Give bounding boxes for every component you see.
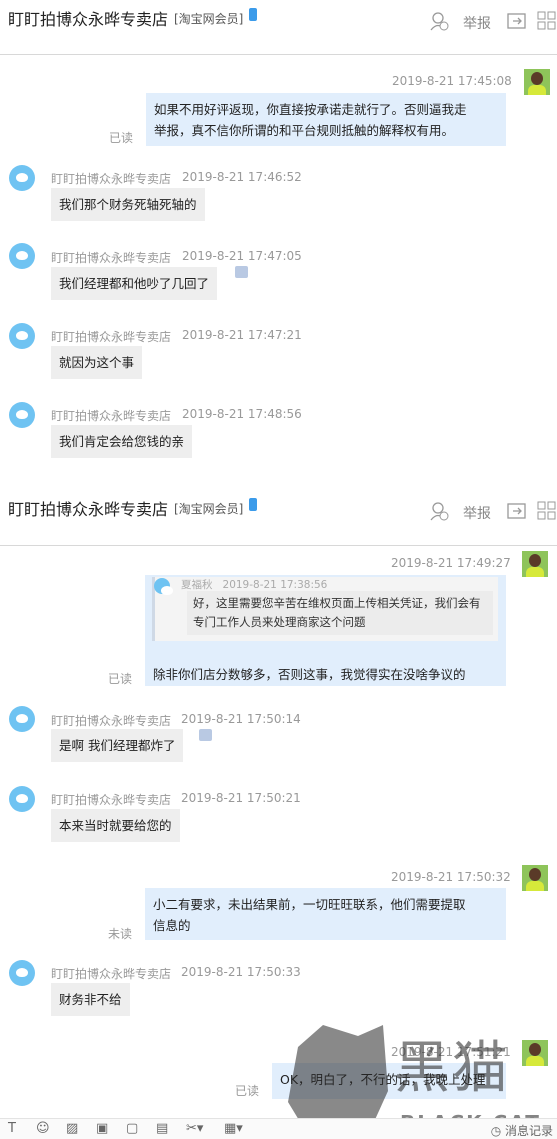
chat-header: 盯盯拍博众永晔专卖店 [淘宝网会员] 举报 — [0, 0, 557, 44]
chat-window: 盯盯拍博众永晔专卖店 [淘宝网会员] 举报 2019-8-21 17:45:08… — [0, 0, 557, 1139]
incoming-message: 是啊 我们经理都炸了 — [51, 729, 184, 762]
input-toolbar: T ☺ ▨ ▣ ▢ ▤ ✂▾ ▦▾ ◷ 消息记录 — [0, 1118, 557, 1139]
avatar[interactable] — [522, 551, 548, 577]
message-text: 除非你们店分数够多，否则这事，我觉得实在没啥争议的 — [153, 667, 466, 682]
message-time: 2019-8-21 17:46:52 — [182, 170, 302, 184]
sender-name: 盯盯拍博众永晔专卖店 — [51, 172, 172, 186]
avatar[interactable] — [522, 865, 548, 891]
divider — [0, 54, 557, 55]
scissors-icon[interactable]: ✂▾ — [186, 1121, 203, 1136]
sender-name: 盯盯拍博众永晔专卖店 — [51, 251, 172, 265]
shop-name[interactable]: 盯盯拍博众永晔专卖店 — [8, 6, 168, 30]
avatar[interactable] — [9, 402, 35, 428]
shop-name[interactable]: 盯盯拍博众永晔专卖店 — [8, 496, 168, 520]
incoming-message: 本来当时就要给您的 — [51, 809, 180, 842]
read-status: 已读 — [235, 1084, 260, 1098]
sender-name: 盯盯拍博众永晔专卖店 — [51, 793, 172, 807]
header-actions: 举报 — [427, 500, 557, 522]
sender-name: 盯盯拍博众永晔专卖店 — [51, 967, 172, 981]
avatar[interactable] — [9, 243, 35, 269]
avatar — [154, 578, 173, 595]
read-status: 已读 — [109, 131, 134, 145]
message-time: 2019-8-21 17:49:27 — [391, 556, 511, 570]
font-icon[interactable]: T — [8, 1121, 16, 1136]
incoming-message: 财务非不给 — [51, 983, 130, 1016]
sender-name: 盯盯拍博众永晔专卖店 — [51, 330, 172, 344]
phone-icon — [249, 498, 257, 511]
avatar[interactable] — [9, 960, 35, 986]
emoji-icon[interactable]: ☺ — [36, 1121, 50, 1136]
message-text: 如果不用好评返现，你直接按承诺走就行了。否则逼我走 — [154, 102, 467, 117]
share-icon[interactable] — [507, 500, 527, 522]
message-time: 2019-8-21 17:50:32 — [391, 870, 511, 884]
avatar[interactable] — [9, 165, 35, 191]
header-actions: 举报 — [427, 10, 557, 32]
read-status: 已读 — [108, 672, 133, 686]
add-contact-icon[interactable] — [429, 10, 449, 32]
add-contact-icon[interactable] — [429, 500, 449, 522]
report-button[interactable]: 举报 — [463, 13, 491, 35]
member-badge: [淘宝网会员] — [174, 12, 244, 26]
quoted-message[interactable]: 夏福秋 2019-8-21 17:38:56 好，这里需要您辛苦在维权页面上传相… — [152, 577, 498, 641]
more-icon[interactable] — [235, 261, 248, 278]
screenshot-icon[interactable]: ▢ — [126, 1121, 138, 1136]
calculator-icon[interactable]: ▦▾ — [224, 1121, 243, 1136]
avatar[interactable] — [522, 1040, 548, 1066]
outgoing-message: 小二有要求，未出结果前，一切旺旺联系，他们需要提取 信息的 — [145, 888, 506, 940]
message-history-button[interactable]: ◷ 消息记录 — [491, 1122, 553, 1139]
message-time: 2019-8-21 17:50:14 — [181, 712, 301, 726]
incoming-message: 就因为这个事 — [51, 346, 143, 379]
message-time: 2019-8-21 17:51:21 — [391, 1045, 511, 1059]
incoming-message: 我们经理都和他吵了几回了 — [51, 267, 218, 300]
avatar[interactable] — [9, 706, 35, 732]
divider — [0, 545, 557, 546]
quote-sender: 夏福秋 2019-8-21 17:38:56 — [181, 579, 328, 591]
message-time: 2019-8-21 17:45:08 — [392, 74, 512, 88]
quote-text: 好，这里需要您辛苦在维权页面上传相关凭证，我们会有 专门工作人员来处理商家这个问… — [187, 591, 493, 635]
message-time: 2019-8-21 17:47:21 — [182, 328, 302, 342]
message-time: 2019-8-21 17:48:56 — [182, 407, 302, 421]
avatar[interactable] — [524, 69, 550, 95]
image-icon[interactable]: ▨ — [66, 1121, 78, 1136]
apps-grid-icon[interactable] — [537, 10, 557, 32]
read-status: 未读 — [108, 927, 133, 941]
sender-name: 盯盯拍博众永晔专卖店 — [51, 409, 172, 423]
report-button[interactable]: 举报 — [463, 503, 491, 525]
message-time: 2019-8-21 17:50:21 — [181, 791, 301, 805]
sender-name: 盯盯拍博众永晔专卖店 — [51, 714, 172, 728]
chat-header: 盯盯拍博众永晔专卖店 [淘宝网会员] 举报 — [0, 490, 557, 534]
member-badge: [淘宝网会员] — [174, 502, 244, 516]
more-icon[interactable] — [199, 724, 212, 741]
incoming-message: 我们那个财务死轴死轴的 — [51, 188, 205, 221]
message-time: 2019-8-21 17:50:33 — [181, 965, 301, 979]
message-text: 信息的 — [153, 918, 191, 933]
message-text: 举报，真不信你所谓的和平台规则抵触的解释权有用。 — [154, 123, 455, 138]
share-icon[interactable] — [507, 10, 527, 32]
outgoing-message: OK，明白了，不行的话，我晚上处理 — [272, 1063, 506, 1099]
avatar[interactable] — [9, 786, 35, 812]
incoming-message: 我们肯定会给您钱的亲 — [51, 425, 193, 458]
folder-icon[interactable]: ▣ — [96, 1121, 108, 1136]
message-text: 小二有要求，未出结果前，一切旺旺联系，他们需要提取 — [153, 897, 466, 912]
apps-grid-icon[interactable] — [537, 500, 557, 522]
avatar[interactable] — [9, 323, 35, 349]
phone-icon — [249, 8, 257, 21]
comment-icon[interactable]: ▤ — [156, 1121, 168, 1136]
outgoing-message: 如果不用好评返现，你直接按承诺走就行了。否则逼我走 举报，真不信你所谓的和平台规… — [146, 93, 506, 146]
